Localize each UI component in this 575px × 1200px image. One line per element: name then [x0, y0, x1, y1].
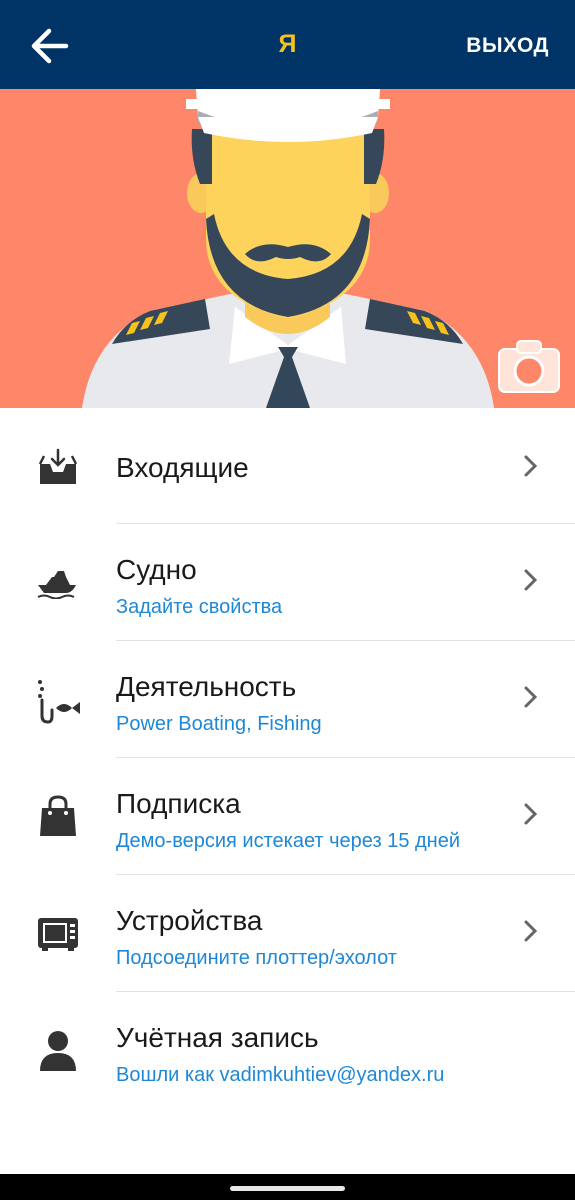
menu-item-inbox[interactable]: Входящие	[0, 408, 575, 523]
inbox-icon	[38, 448, 78, 484]
menu-item-label: Входящие	[116, 452, 249, 483]
chevron-right-icon	[524, 569, 538, 591]
menu-item-subtitle: Вошли как vadimkuhtiev@yandex.ru	[116, 1064, 445, 1086]
menu-item-subscription[interactable]: Подписка Демо-версия истекает через 15 д…	[0, 758, 575, 874]
camera-icon	[498, 340, 560, 393]
chevron-right-icon	[524, 455, 538, 477]
system-nav-bar	[0, 1174, 575, 1200]
menu-item-subtitle: Задайте свойства	[116, 596, 283, 618]
menu-item-label: Деятельность	[116, 671, 297, 702]
chevron-right-icon	[524, 686, 538, 708]
menu-item-subtitle: Power Boating, Fishing	[116, 713, 322, 735]
arrow-left-icon	[31, 28, 69, 64]
chevron-right-icon	[524, 920, 538, 942]
menu-item-activity[interactable]: Деятельность Power Boating, Fishing	[0, 641, 575, 757]
menu-item-subtitle: Демо-версия истекает через 15 дней	[116, 830, 461, 852]
back-button[interactable]	[22, 18, 78, 74]
home-gesture-handle[interactable]	[230, 1186, 345, 1191]
shopping-bag-icon	[40, 795, 76, 836]
menu-item-label: Судно	[116, 554, 197, 585]
device-screen-icon	[38, 918, 78, 951]
fishing-hook-icon	[38, 680, 80, 724]
menu-item-label: Устройства	[116, 905, 263, 936]
chevron-right-icon	[524, 803, 538, 825]
menu-item-vessel[interactable]: Судно Задайте свойства	[0, 524, 575, 640]
captain-avatar	[82, 89, 494, 408]
menu-item-label: Учётная запись	[116, 1022, 319, 1053]
menu-item-subtitle: Подсоедините плоттер/эхолот	[116, 947, 397, 969]
logout-button[interactable]: ВЫХОД	[466, 28, 549, 64]
profile-banner	[0, 89, 575, 408]
menu-item-label: Подписка	[116, 788, 241, 819]
menu-item-devices[interactable]: Устройства Подсоедините плоттер/эхолот	[0, 875, 575, 991]
camera-button[interactable]	[497, 337, 561, 394]
app-bar: Я ВЫХОД	[0, 0, 575, 89]
menu-item-account[interactable]: Учётная запись Вошли как vadimkuhtiev@ya…	[0, 992, 575, 1108]
boat-icon	[37, 571, 76, 599]
user-icon	[40, 1031, 76, 1071]
